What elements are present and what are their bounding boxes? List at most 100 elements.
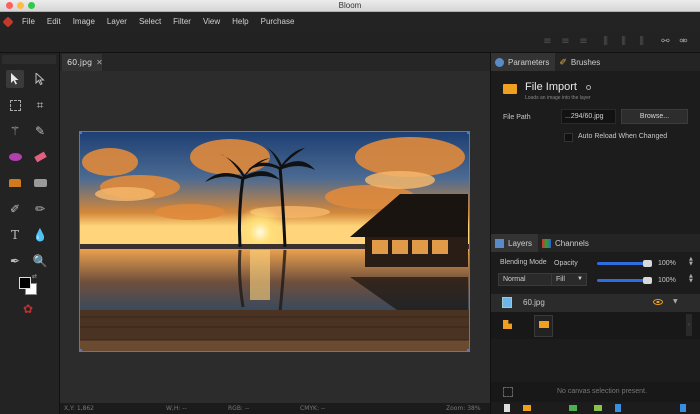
opacity-slider[interactable] (597, 260, 652, 267)
tab-parameters[interactable]: Parameters (491, 53, 556, 71)
chevron-down-icon[interactable]: ▼ (673, 298, 678, 305)
menu-file[interactable]: File (16, 12, 41, 31)
add-effect-icon[interactable] (594, 405, 602, 411)
magic-wand-tool-icon[interactable]: ⚚ (6, 122, 24, 140)
opacity-value[interactable]: 100% (658, 260, 676, 267)
document-tab[interactable]: 60.jpg ✕ (62, 54, 103, 71)
add-layer-icon[interactable] (569, 405, 577, 411)
menu-purchase[interactable]: Purchase (255, 12, 301, 31)
align-middle-icon[interactable]: ⫼ (618, 36, 629, 47)
link-icon[interactable]: ⚯ (660, 36, 671, 47)
menu-edit[interactable]: Edit (41, 12, 67, 31)
eye-icon[interactable] (653, 299, 663, 305)
tool-palette: ⌗ ⚚ ✎ ✐ ✏ T 💧 ✒ 🔍 ⇄ ✿ (0, 53, 60, 414)
eyedropper-tool-icon[interactable]: ✎ (31, 122, 49, 140)
document-image[interactable] (79, 131, 470, 352)
transform-handle[interactable] (80, 132, 82, 134)
zoom-tool-icon[interactable]: 🔍 (31, 252, 49, 270)
info-icon[interactable] (586, 85, 591, 90)
swap-colors-icon[interactable]: ⇄ (32, 273, 37, 280)
window-titlebar: Bloom (0, 0, 700, 12)
opacity-stepper-icon[interactable]: ▲ ▼ (689, 257, 693, 267)
tab-brushes-label: Brushes (570, 57, 601, 67)
align-top-icon[interactable]: ⫼ (600, 36, 611, 47)
transform-handle[interactable] (80, 349, 82, 351)
status-cmyk: CMYK: -- (300, 405, 326, 412)
opacity-slider-knob[interactable] (643, 260, 652, 267)
tab-channels-label: Channels (555, 238, 589, 248)
palette-handle[interactable] (2, 55, 56, 64)
foreground-color-swatch[interactable] (19, 277, 31, 289)
tab-layers[interactable]: Layers (491, 234, 539, 252)
move-tool-icon[interactable] (6, 70, 24, 88)
effect-chip[interactable] (534, 315, 553, 337)
sunset-photo (80, 132, 469, 351)
crop-tool-icon[interactable]: ⌗ (31, 96, 49, 114)
file-path-field[interactable]: ...294/60.jpg (561, 109, 616, 124)
text-tool-icon[interactable]: T (6, 226, 24, 244)
menu-help[interactable]: Help (226, 12, 254, 31)
folder-icon (539, 321, 549, 328)
no-selection-message: No canvas selection present. (557, 388, 647, 395)
align-right-icon[interactable]: ≡ (578, 36, 589, 47)
blending-mode-select[interactable]: Normal (498, 273, 552, 286)
open-folder-icon[interactable] (523, 405, 531, 411)
import-effect-icon[interactable] (503, 320, 512, 329)
blending-mode-label: Blending Mode (500, 259, 547, 266)
document-tab-label: 60.jpg (67, 58, 93, 67)
menu-image[interactable]: Image (67, 12, 101, 31)
document-tab-bar: 60.jpg ✕ (60, 53, 490, 71)
align-left-icon[interactable]: ≡ (542, 36, 553, 47)
quick-mask-icon[interactable]: ✿ (19, 300, 37, 318)
browse-button[interactable]: Browse... (621, 109, 688, 124)
pen-tool-icon[interactable]: ✒ (6, 252, 24, 270)
eraser-tool-icon[interactable] (31, 148, 49, 166)
fill-drop-tool-icon[interactable]: 💧 (31, 226, 49, 244)
duplicate-layer-icon[interactable] (615, 404, 621, 412)
layers-bottom-bar (491, 402, 700, 414)
brush-tool-icon[interactable]: ✐ (6, 200, 24, 218)
layers-panel: Blending Mode Opacity 100% ▲ ▼ Normal Fil… (491, 252, 700, 414)
align-bottom-icon[interactable]: ⫼ (636, 36, 647, 47)
menu-filter[interactable]: Filter (167, 12, 197, 31)
align-center-icon[interactable]: ≡ (560, 36, 571, 47)
marquee-tool-icon[interactable] (6, 96, 24, 114)
auto-reload-checkbox[interactable] (564, 133, 573, 142)
fill-label: Fill (556, 276, 565, 283)
layer-row[interactable]: 60.jpg ▼ (491, 294, 700, 312)
fill-value[interactable]: 100% (658, 277, 676, 284)
canvas-area[interactable] (60, 71, 490, 403)
status-rgb: RGB: -- (228, 405, 250, 412)
direct-select-tool-icon[interactable] (31, 70, 49, 88)
brush-icon: ✐ (559, 56, 567, 67)
blending-mode-value: Normal (503, 276, 526, 283)
new-document-icon[interactable] (504, 404, 510, 412)
status-zoom: Zoom: 38% (446, 405, 481, 412)
transform-handle[interactable] (467, 349, 469, 351)
fill-slider-knob[interactable] (643, 277, 652, 284)
lasso-tool-icon[interactable] (6, 148, 24, 166)
right-sidebar: Parameters ✐ Brushes File Import Loads a… (490, 53, 700, 414)
color-swatches[interactable]: ⇄ (17, 273, 39, 297)
fill-slider[interactable] (597, 277, 652, 284)
unlink-icon[interactable]: ⚮ (678, 36, 689, 47)
pencil-tool-icon[interactable]: ✏ (31, 200, 49, 218)
layers-tab-bar: Layers Channels (491, 234, 700, 252)
params-tab-bar: Parameters ✐ Brushes (491, 53, 700, 71)
tab-channels[interactable]: Channels (538, 234, 595, 252)
tab-brushes[interactable]: ✐ Brushes (555, 53, 606, 71)
close-tab-icon[interactable]: ✕ (96, 58, 103, 67)
menu-view[interactable]: View (197, 12, 226, 31)
shape-tool-icon[interactable] (31, 174, 49, 192)
fill-select[interactable]: Fill ▼ (551, 273, 587, 286)
menu-layer[interactable]: Layer (101, 12, 133, 31)
fill-stepper-icon[interactable]: ▲ ▼ (689, 274, 693, 284)
menu-select[interactable]: Select (133, 12, 167, 31)
layer-name[interactable]: 60.jpg (523, 298, 545, 307)
effects-scrollbar[interactable]: › (686, 314, 692, 336)
app-logo-icon (0, 12, 16, 31)
trash-icon[interactable] (680, 404, 686, 412)
stamp-tool-icon[interactable] (6, 174, 24, 192)
transform-handle[interactable] (467, 132, 469, 134)
layers-icon (495, 238, 504, 248)
